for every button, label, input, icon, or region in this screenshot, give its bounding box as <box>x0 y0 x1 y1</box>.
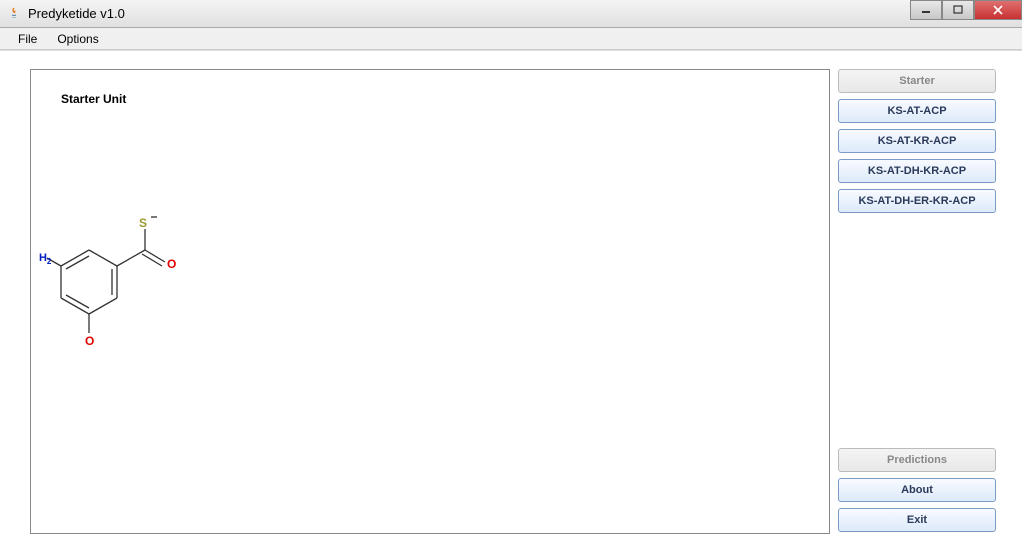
window-title: Predyketide v1.0 <box>28 6 125 21</box>
ks-at-kr-acp-button[interactable]: KS-AT-KR-ACP <box>838 129 996 153</box>
minimize-button[interactable] <box>910 0 942 20</box>
ks-at-dh-kr-acp-button[interactable]: KS-AT-DH-KR-ACP <box>838 159 996 183</box>
starter-button: Starter <box>838 69 996 93</box>
right-panel: Starter KS-AT-ACP KS-AT-KR-ACP KS-AT-DH-… <box>838 69 1004 534</box>
bottom-buttons: Predictions About Exit <box>838 448 1004 532</box>
chemical-structure: S O O NH2 <box>39 215 199 378</box>
app-window: Predyketide v1.0 File Options Starter Un… <box>0 0 1022 542</box>
structure-panel: Starter Unit <box>30 69 830 534</box>
module-buttons: Starter KS-AT-ACP KS-AT-KR-ACP KS-AT-DH-… <box>838 69 1004 213</box>
ks-at-acp-button[interactable]: KS-AT-ACP <box>838 99 996 123</box>
maximize-button[interactable] <box>942 0 974 20</box>
about-button[interactable]: About <box>838 478 996 502</box>
svg-text:O: O <box>85 334 94 348</box>
svg-text:S: S <box>139 216 147 230</box>
ks-at-dh-er-kr-acp-button[interactable]: KS-AT-DH-ER-KR-ACP <box>838 189 996 213</box>
svg-text:NH2: NH2 <box>39 252 52 266</box>
predictions-button: Predictions <box>838 448 996 472</box>
menu-file[interactable]: File <box>8 30 47 48</box>
menu-options[interactable]: Options <box>47 30 108 48</box>
svg-text:O: O <box>167 257 176 271</box>
exit-button[interactable]: Exit <box>838 508 996 532</box>
java-icon <box>6 6 22 22</box>
close-button[interactable] <box>974 0 1022 20</box>
window-controls <box>910 0 1022 20</box>
titlebar: Predyketide v1.0 <box>0 0 1022 28</box>
content-area: Starter Unit <box>0 50 1022 542</box>
panel-title: Starter Unit <box>61 92 126 106</box>
menubar: File Options <box>0 28 1022 50</box>
